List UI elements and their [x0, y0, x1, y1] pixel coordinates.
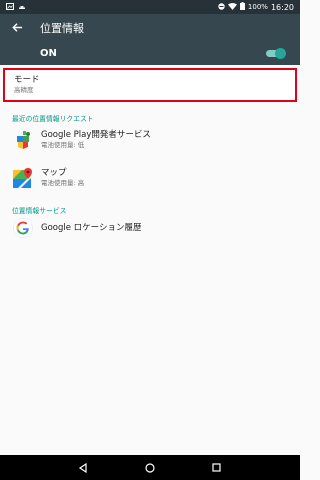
navigation-bar — [0, 455, 300, 480]
location-toggle[interactable] — [264, 47, 286, 59]
status-notifications — [6, 2, 26, 12]
wifi-icon — [227, 2, 237, 12]
list-item-location-history[interactable]: Google ロケーション履歴 — [0, 212, 300, 244]
clock: 16:20 — [270, 2, 294, 12]
google-g-icon — [12, 217, 34, 239]
recent-requests-header: 最近の位置情報リクエスト — [12, 115, 94, 123]
image-notification-icon — [6, 2, 14, 12]
app-name: Google Play開発者サービス — [41, 130, 151, 140]
toggle-thumb — [275, 48, 286, 59]
list-item-maps[interactable]: マップ 電池使用量: 高 — [0, 162, 300, 194]
maps-icon — [12, 167, 34, 189]
service-name: Google ロケーション履歴 — [41, 222, 142, 233]
location-switch-bar[interactable]: ON — [0, 41, 300, 65]
switch-label: ON — [40, 47, 57, 59]
page-title: 位置情報 — [40, 21, 84, 35]
home-nav-icon[interactable] — [140, 458, 160, 478]
mode-setting[interactable]: モード 高精度 — [3, 68, 297, 102]
status-bar: 100% 16:20 — [0, 0, 300, 14]
battery-usage: 電池使用量: 高 — [41, 179, 85, 187]
mode-value: 高精度 — [14, 86, 34, 94]
mode-title: モード — [14, 75, 40, 85]
toolbar: 位置情報 — [0, 14, 300, 41]
battery-percent: 100% — [247, 3, 268, 11]
status-indicators: 100% 16:20 — [218, 2, 294, 12]
recents-nav-icon[interactable] — [207, 458, 227, 478]
battery-icon — [239, 2, 245, 12]
android-notification-icon — [18, 3, 26, 12]
app-name: マップ — [41, 168, 67, 178]
battery-usage: 電池使用量: 低 — [41, 141, 85, 149]
back-nav-icon[interactable] — [73, 458, 93, 478]
do-not-disturb-icon — [218, 2, 225, 12]
list-item-play-services[interactable]: Google Play開発者サービス 電池使用量: 低 — [0, 124, 300, 156]
back-arrow-icon[interactable] — [0, 22, 34, 33]
google-play-services-icon — [12, 129, 34, 151]
